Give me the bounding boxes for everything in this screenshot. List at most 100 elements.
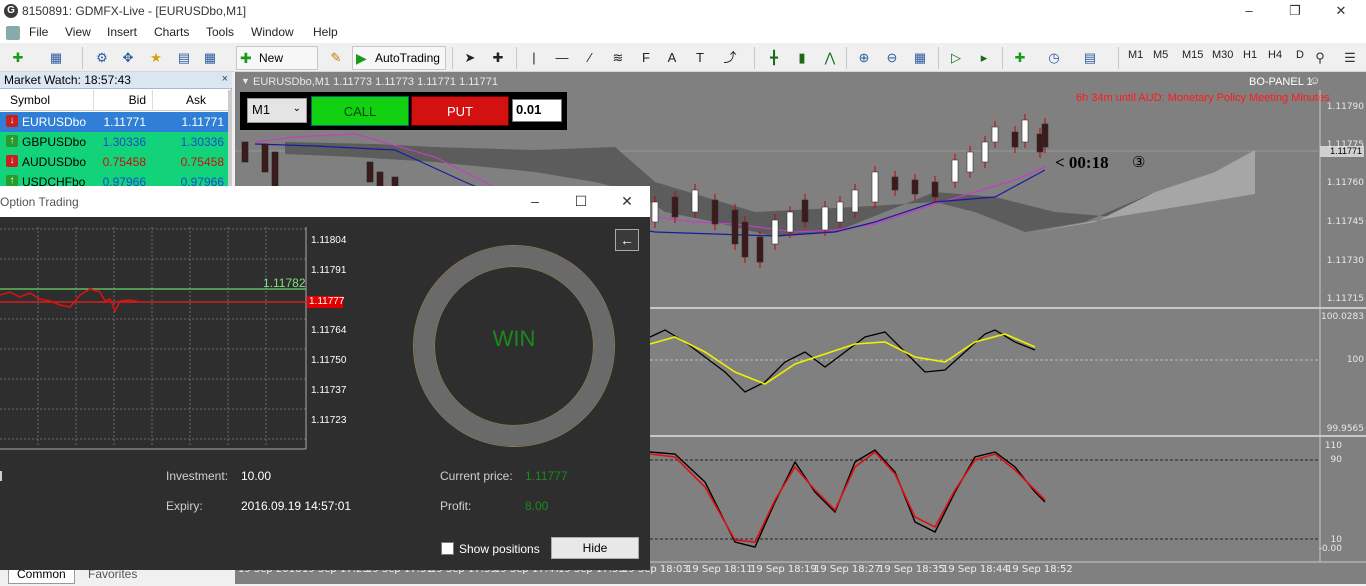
time-axis-label: 19 Sep 18:52 bbox=[1006, 564, 1073, 575]
column-bid[interactable]: Bid bbox=[129, 93, 146, 107]
timeframe-select[interactable]: M1 ⌄ bbox=[247, 98, 307, 123]
show-positions-checkbox[interactable]: Show positions bbox=[441, 542, 540, 556]
option-trading-titlebar: Option Trading – ☐ ✕ bbox=[0, 186, 650, 217]
chart-window-icon bbox=[6, 26, 20, 40]
menu-tools[interactable]: Tools bbox=[206, 25, 234, 39]
close-icon[interactable]: ✕ bbox=[1318, 0, 1364, 23]
market-watch-title: Market Watch: 18:57:43 bbox=[4, 73, 131, 87]
menu-view[interactable]: View bbox=[65, 25, 91, 39]
result-text: WIN bbox=[492, 326, 536, 351]
timeframe-m1[interactable]: M1 bbox=[1128, 49, 1143, 61]
toolbar: ✚ ▦ ⚙ ✥ ★ ▤ ▦ ✚ New Order ✎ ▶ AutoTradin… bbox=[0, 43, 1366, 87]
channel-icon[interactable]: ≋ bbox=[608, 48, 628, 68]
column-ask[interactable]: Ask bbox=[186, 93, 206, 107]
bid-price: 1.11771 bbox=[103, 115, 147, 129]
new-order-button[interactable]: ✚ New Order bbox=[236, 46, 318, 87]
horizontal-line-icon[interactable]: — bbox=[552, 48, 572, 68]
checkbox-box[interactable] bbox=[441, 542, 454, 555]
minimize-icon[interactable]: – bbox=[1226, 0, 1272, 23]
amount-input[interactable]: 0.01 bbox=[512, 99, 562, 122]
market-watch-row[interactable]: ↑ GBPUSDbo 1.30336 1.30336 bbox=[0, 132, 228, 152]
oscillator-axis-label: 99.9565 bbox=[1326, 424, 1364, 434]
timeframe-d1[interactable]: D bbox=[1296, 49, 1304, 61]
time-axis-label: 19 Sep 18:27 bbox=[814, 564, 881, 575]
menu-bar: File View Insert Charts Tools Window Hel… bbox=[0, 23, 1366, 43]
time-axis-label: 19 Sep 18:11 bbox=[686, 564, 753, 575]
candlestick bbox=[786, 211, 794, 233]
indicators-icon[interactable]: ✚ bbox=[1010, 48, 1030, 68]
market-watch-row[interactable]: ↓ AUDUSDbo 0.75458 0.75458 bbox=[0, 152, 228, 172]
option-price-axis-label: 1.11737 bbox=[311, 385, 347, 396]
option-price-axis-label: 1.11750 bbox=[311, 355, 347, 366]
templates-icon[interactable]: ▤ bbox=[1080, 48, 1100, 68]
cursor-icon[interactable]: ➤ bbox=[460, 48, 480, 68]
crosshair-icon[interactable]: ✚ bbox=[488, 48, 508, 68]
candlestick bbox=[871, 171, 879, 203]
market-watch-icon[interactable]: ⚙ bbox=[92, 48, 112, 68]
strategy-tester-icon[interactable]: ▦ bbox=[200, 48, 220, 68]
meta-editor-icon[interactable]: ✎ bbox=[326, 48, 346, 68]
chart-shift-icon[interactable]: ▷ bbox=[946, 48, 966, 68]
bar-chart-icon[interactable]: ╋ bbox=[764, 48, 784, 68]
data-window-icon[interactable]: ✥ bbox=[118, 48, 138, 68]
zoom-in-icon[interactable]: ⊕ bbox=[854, 48, 874, 68]
close-icon[interactable]: ✕ bbox=[604, 186, 650, 217]
autotrading-button[interactable]: ▶ AutoTrading bbox=[352, 46, 446, 70]
column-symbol[interactable]: Symbol bbox=[10, 93, 50, 107]
search-icon[interactable]: ⚲ bbox=[1310, 48, 1330, 68]
trendline-icon[interactable]: ∕ bbox=[580, 48, 600, 68]
market-watch-scrollbar[interactable] bbox=[228, 90, 232, 190]
symbol-name: GBPUSDbo bbox=[22, 135, 87, 149]
line-chart-icon[interactable]: ⋀ bbox=[820, 48, 840, 68]
vertical-line-icon[interactable]: | bbox=[524, 48, 544, 68]
close-icon[interactable]: × bbox=[222, 73, 228, 85]
candlestick bbox=[951, 159, 959, 183]
tile-windows-icon[interactable]: ▦ bbox=[910, 48, 930, 68]
market-watch-row[interactable]: ↓ EURUSDbo 1.11771 1.11771 bbox=[0, 112, 228, 132]
maximize-icon[interactable]: ☐ bbox=[558, 186, 604, 217]
navigator-icon[interactable]: ★ bbox=[146, 48, 166, 68]
back-arrow-icon[interactable]: ← bbox=[615, 229, 639, 251]
candlestick bbox=[1021, 119, 1029, 143]
terminal-icon[interactable]: ▤ bbox=[174, 48, 194, 68]
candlestick bbox=[836, 201, 844, 223]
hide-button[interactable]: Hide bbox=[551, 537, 639, 559]
candlestick bbox=[261, 143, 269, 173]
symbol-name: EURUSDbo bbox=[22, 115, 87, 129]
timeframe-h4[interactable]: H4 bbox=[1268, 49, 1282, 61]
text-label-icon[interactable]: T bbox=[690, 48, 710, 68]
investment-label: Investment: bbox=[166, 469, 229, 483]
dropdown-more-icon[interactable]: ☰ bbox=[1340, 48, 1360, 68]
autoscroll-icon[interactable]: ▸ bbox=[974, 48, 994, 68]
arrows-icon[interactable]: ⤴ bbox=[720, 48, 740, 68]
new-chart-icon[interactable]: ✚ bbox=[8, 48, 28, 68]
timeframe-m5[interactable]: M5 bbox=[1153, 49, 1168, 61]
call-button[interactable]: CALL bbox=[311, 96, 409, 126]
option-price-axis-label: 1.11723 bbox=[311, 415, 347, 426]
timeframe-m30[interactable]: M30 bbox=[1212, 49, 1233, 61]
menu-window[interactable]: Window bbox=[251, 25, 294, 39]
price-line bbox=[0, 288, 141, 313]
option-price-chart bbox=[0, 227, 307, 450]
put-button[interactable]: PUT bbox=[411, 96, 509, 126]
menu-charts[interactable]: Charts bbox=[154, 25, 189, 39]
periods-icon[interactable]: ◷ bbox=[1044, 48, 1064, 68]
expiry-label: Expiry: bbox=[166, 499, 203, 513]
option-price-axis-label: 1.11791 bbox=[311, 265, 347, 276]
profit-label: Profit: bbox=[440, 499, 472, 513]
restore-icon[interactable]: ❐ bbox=[1272, 0, 1318, 23]
timeframe-h1[interactable]: H1 bbox=[1243, 49, 1257, 61]
zoom-out-icon[interactable]: ⊖ bbox=[882, 48, 902, 68]
text-icon[interactable]: A bbox=[662, 48, 682, 68]
candlestick bbox=[731, 209, 739, 245]
oscillator-axis-label: 100 bbox=[1346, 355, 1364, 365]
timeframe-m15[interactable]: M15 bbox=[1182, 49, 1203, 61]
fibonacci-icon[interactable]: F bbox=[636, 48, 656, 68]
candlesticks-icon[interactable]: ▮ bbox=[792, 48, 812, 68]
menu-file[interactable]: File bbox=[29, 25, 48, 39]
menu-insert[interactable]: Insert bbox=[107, 25, 137, 39]
ask-price: 0.75458 bbox=[180, 155, 224, 169]
menu-help[interactable]: Help bbox=[313, 25, 338, 39]
profiles-icon[interactable]: ▦ bbox=[46, 48, 66, 68]
minimize-icon[interactable]: – bbox=[512, 186, 558, 217]
